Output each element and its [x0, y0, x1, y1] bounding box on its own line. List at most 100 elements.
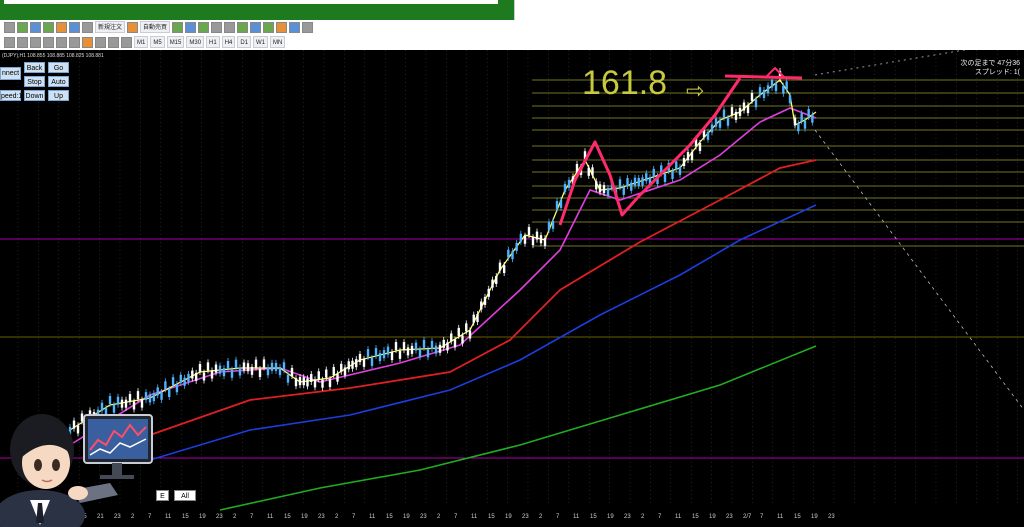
candle-body — [168, 388, 171, 397]
date-axis-label: 23 — [624, 514, 631, 520]
date-axis-label: 11 — [573, 514, 580, 520]
candle-body — [523, 235, 527, 244]
date-axis-label: 19 — [403, 514, 410, 520]
app-toolbar-area: 新規注文 自動売買 M1 M5 M15 M30 H1 H4 D1 W1 MN — [0, 0, 1024, 50]
tf-m5[interactable]: M5 — [150, 36, 165, 48]
speed-button[interactable]: peed:1 — [0, 90, 22, 101]
autotrade-button[interactable]: 自動売買 — [140, 21, 171, 33]
date-axis-label: 2/7 — [743, 514, 752, 520]
stop-button[interactable]: Stop — [24, 76, 45, 87]
candle-body — [507, 249, 510, 258]
periods-icon[interactable] — [289, 21, 301, 33]
candle-body — [282, 362, 286, 371]
new-order-button[interactable]: 新規注文 — [95, 21, 126, 33]
date-axis-label: 23 — [828, 514, 835, 520]
candle-body — [465, 323, 468, 332]
candle-body — [567, 179, 571, 188]
back-button[interactable]: Back — [24, 62, 45, 73]
candle-body — [306, 378, 309, 387]
candle-body — [325, 369, 328, 378]
date-axis-label: 23 — [216, 514, 223, 520]
candle-body — [637, 177, 640, 186]
tf-mn[interactable]: MN — [270, 36, 286, 48]
indicators-icon[interactable] — [276, 21, 288, 33]
bar-chart-icon[interactable] — [172, 21, 184, 33]
candle-body — [730, 107, 734, 116]
horizontal-line-icon[interactable] — [43, 36, 54, 48]
chart-shift-icon[interactable] — [263, 21, 275, 33]
avatar-character — [0, 414, 153, 527]
channel-icon[interactable] — [69, 36, 80, 48]
tf-all-button[interactable]: All — [174, 490, 196, 501]
tf-h1[interactable]: H1 — [206, 36, 220, 48]
candle-body — [800, 113, 803, 122]
new-chart-icon[interactable] — [4, 21, 15, 33]
candle-body — [480, 301, 483, 310]
candle-body — [807, 108, 810, 117]
auto-button[interactable]: Auto — [48, 76, 69, 87]
annotation-top-line — [724, 74, 803, 80]
date-axis-label: 2 — [539, 514, 543, 520]
autoscroll-icon[interactable] — [250, 21, 262, 33]
candle-body — [378, 353, 382, 362]
candle-body — [793, 117, 797, 126]
candle-body — [487, 288, 490, 297]
vertical-line-icon[interactable] — [30, 36, 41, 48]
templates-icon[interactable] — [302, 21, 314, 33]
zoom-in-icon[interactable] — [211, 21, 223, 33]
arrows-icon[interactable] — [121, 36, 132, 48]
market-watch-icon[interactable] — [30, 21, 41, 33]
candle-body — [183, 377, 186, 386]
candle-body — [722, 109, 726, 118]
terminal-icon[interactable] — [69, 21, 80, 33]
date-axis-label: 19 — [709, 514, 716, 520]
tf-d1[interactable]: D1 — [237, 36, 252, 48]
line-chart-icon[interactable] — [198, 21, 210, 33]
connect-button[interactable]: nnect — [0, 67, 21, 80]
date-axis-label: 7 — [352, 514, 356, 520]
tf-h4[interactable]: H4 — [221, 36, 236, 48]
crosshair-icon[interactable] — [17, 36, 28, 48]
tf-m1[interactable]: M1 — [134, 36, 149, 48]
date-axis-label: 11 — [267, 514, 274, 520]
candle-body — [641, 177, 644, 186]
candle-body — [438, 344, 442, 353]
data-window-icon[interactable] — [43, 21, 54, 33]
label-icon[interactable] — [108, 36, 119, 48]
trendline-icon[interactable] — [56, 36, 67, 48]
profiles-icon[interactable] — [17, 21, 28, 33]
date-axis-label: 2 — [233, 514, 237, 520]
go-button[interactable]: Go — [48, 62, 69, 73]
candle-body — [698, 142, 702, 151]
candle-body — [762, 89, 766, 98]
candle-body — [332, 367, 335, 376]
candle-body — [266, 367, 270, 376]
candle-body — [347, 361, 350, 370]
metaeditor-icon[interactable] — [127, 21, 139, 33]
candle-body — [519, 233, 523, 242]
candle-body — [426, 349, 430, 358]
tile-windows-icon[interactable] — [237, 21, 249, 33]
candle-body — [366, 349, 370, 358]
candle-body — [222, 368, 226, 377]
zoom-out-icon[interactable] — [224, 21, 236, 33]
candle-body — [630, 182, 633, 191]
tf-m15[interactable]: M15 — [166, 36, 185, 48]
candle-body — [302, 377, 305, 386]
candle-body — [250, 366, 254, 375]
date-axis-label: 15 — [794, 514, 801, 520]
candle-body — [734, 111, 738, 120]
date-axis-label: 19 — [811, 514, 818, 520]
text-icon[interactable] — [95, 36, 106, 48]
up-button[interactable]: Up — [48, 90, 69, 101]
cursor-icon[interactable] — [4, 36, 15, 48]
date-axis-label: 11 — [369, 514, 376, 520]
candle-body — [575, 163, 579, 172]
tf-w1[interactable]: W1 — [253, 36, 269, 48]
candlestick-icon[interactable] — [185, 21, 197, 33]
tester-icon[interactable] — [82, 21, 93, 33]
down-button[interactable]: Down — [24, 90, 45, 101]
tf-m30[interactable]: M30 — [186, 36, 205, 48]
navigator-icon[interactable] — [56, 21, 67, 33]
fibonacci-icon[interactable] — [82, 36, 93, 48]
